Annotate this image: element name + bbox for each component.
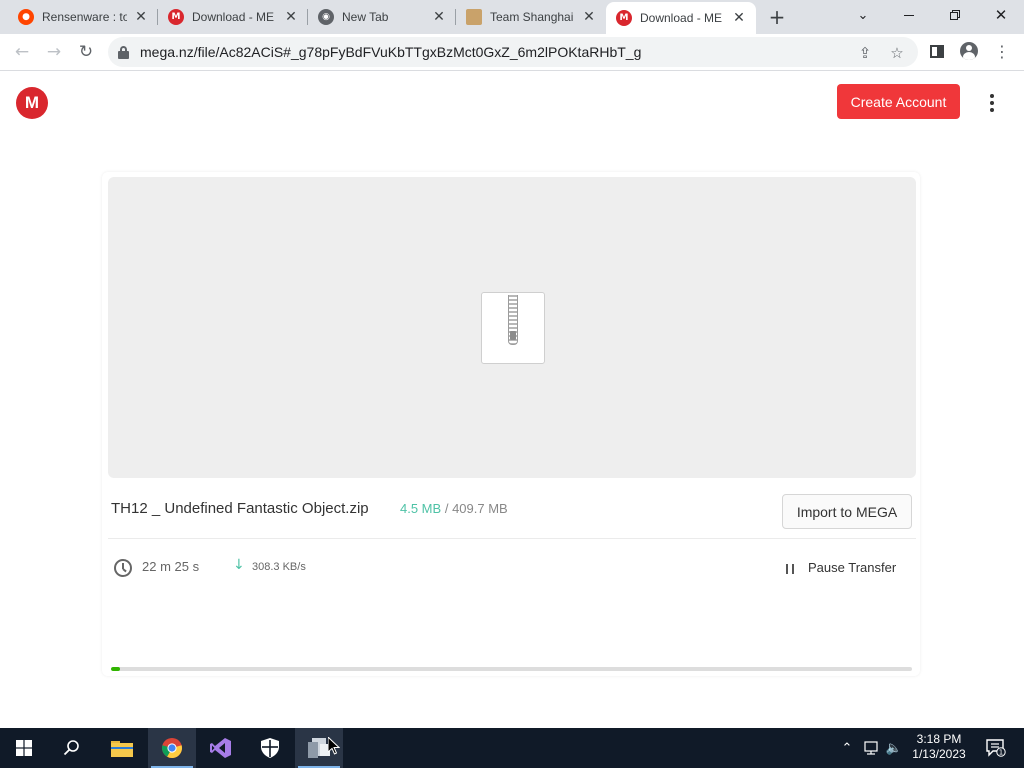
- tab-title: Download - ME: [192, 10, 275, 24]
- pause-transfer-button[interactable]: Pause Transfer: [808, 560, 896, 575]
- restore-button[interactable]: [932, 0, 978, 30]
- back-button[interactable]: ←: [8, 38, 36, 66]
- side-panel-icon[interactable]: [928, 42, 946, 60]
- tab-title: Team Shanghai: [490, 10, 574, 24]
- chrome-icon: [162, 738, 182, 758]
- tab-rensenware[interactable]: ● Rensenware : to ✕: [8, 0, 158, 34]
- show-hidden-icons-chevron-icon[interactable]: ⌃: [838, 728, 856, 768]
- app-window-icon: [308, 738, 330, 758]
- notification-icon: 1: [986, 739, 1006, 757]
- taskbar-visual-studio[interactable]: [197, 728, 245, 768]
- close-tab-icon[interactable]: ✕: [133, 9, 149, 25]
- size-separator: /: [444, 501, 449, 516]
- tab-title: Download - ME: [640, 11, 723, 25]
- shield-icon: [261, 738, 279, 758]
- zip-file-icon: [481, 292, 545, 364]
- reload-button[interactable]: ↻: [72, 38, 100, 66]
- network-icon[interactable]: [860, 728, 882, 768]
- minimize-button[interactable]: [886, 0, 932, 30]
- close-window-button[interactable]: ✕: [978, 0, 1024, 30]
- tab-title: Rensenware : to: [42, 10, 127, 24]
- restore-icon: [950, 10, 960, 20]
- total-size: 409.7 MB: [452, 501, 508, 516]
- tab-new-tab[interactable]: ◉ New Tab ✕: [308, 0, 456, 34]
- touhou-icon: [466, 9, 482, 25]
- notification-count: 1: [999, 749, 1003, 757]
- mega-logo[interactable]: M: [16, 87, 48, 119]
- taskbar-file-explorer[interactable]: [98, 728, 146, 768]
- tab-mega-download-1[interactable]: M Download - ME ✕: [158, 0, 308, 34]
- close-tab-icon[interactable]: ✕: [431, 9, 447, 25]
- taskbar-chrome[interactable]: [148, 728, 196, 768]
- download-arrow-icon: ↓: [233, 557, 245, 573]
- address-bar[interactable]: mega.nz/file/Ac82ACiS#_g78pFyBdFVuKbTTgx…: [108, 37, 918, 67]
- close-tab-icon[interactable]: ✕: [581, 9, 597, 25]
- import-to-mega-button[interactable]: Import to MEGA: [782, 494, 912, 529]
- new-tab-button[interactable]: +: [764, 4, 790, 30]
- windows-taskbar: ⌃ 🔈 3:18 PM 1/13/2023 1: [0, 728, 1024, 768]
- close-tab-icon[interactable]: ✕: [283, 9, 299, 25]
- file-size-progress: 4.5 MB / 409.7 MB: [400, 501, 508, 516]
- url-text[interactable]: mega.nz/file/Ac82ACiS#_g78pFyBdFVuKbTTgx…: [140, 44, 641, 60]
- browser-toolbar: ← → ↻ mega.nz/file/Ac82ACiS#_g78pFyBdFVu…: [0, 34, 1024, 71]
- file-info-row: TH12 _ Undefined Fantastic Object.zip 4.…: [102, 478, 920, 538]
- pause-icon[interactable]: [786, 564, 794, 574]
- file-name: TH12 _ Undefined Fantastic Object.zip: [111, 500, 369, 517]
- start-button[interactable]: [0, 728, 48, 768]
- tab-team-shanghai[interactable]: Team Shanghai ✕: [456, 0, 606, 34]
- clock-time: 3:18 PM: [916, 732, 962, 746]
- download-progress-fill: [111, 667, 120, 671]
- mega-icon: M: [616, 10, 632, 26]
- forward-button[interactable]: →: [40, 38, 68, 66]
- download-speed: 308.3 KB/s: [252, 561, 306, 573]
- share-icon[interactable]: ⇪: [856, 44, 874, 62]
- time-remaining: 22 m 25 s: [142, 559, 200, 574]
- file-explorer-icon: [111, 741, 133, 757]
- clock-icon: [114, 559, 132, 577]
- visual-studio-icon: [210, 738, 231, 758]
- mega-icon: M: [168, 9, 184, 25]
- volume-icon[interactable]: 🔈: [884, 728, 904, 768]
- downloaded-size: 4.5 MB: [400, 501, 442, 516]
- tab-title: New Tab: [342, 10, 389, 24]
- close-tab-icon[interactable]: ✕: [731, 10, 747, 26]
- taskbar-clock[interactable]: 3:18 PM 1/13/2023: [906, 732, 972, 764]
- taskbar-windows-security[interactable]: [246, 728, 294, 768]
- search-icon: [63, 740, 79, 756]
- browser-tab-strip: ● Rensenware : to ✕ M Download - ME ✕ ◉ …: [0, 0, 1024, 34]
- profile-avatar-icon[interactable]: [960, 42, 978, 60]
- transfer-status-row: 22 m 25 s ↓ 308.3 KB/s Pause Transfer: [102, 539, 920, 599]
- mega-download-page: M Create Account TH12 _ Undefined Fantas…: [0, 72, 1024, 728]
- clock-date: 1/13/2023: [912, 747, 966, 761]
- chrome-icon: ◉: [318, 9, 334, 25]
- taskbar-search-button[interactable]: [48, 728, 96, 768]
- browser-menu-icon[interactable]: ⋮: [993, 42, 1011, 61]
- minimize-icon: [904, 14, 914, 16]
- file-preview-area: [108, 177, 916, 478]
- bookmark-star-icon[interactable]: ☆: [888, 44, 906, 62]
- reddit-icon: ●: [18, 9, 34, 25]
- download-card: TH12 _ Undefined Fantastic Object.zip 4.…: [102, 172, 920, 676]
- windows-logo-icon: [16, 740, 32, 756]
- action-center-button[interactable]: 1: [980, 728, 1012, 768]
- tab-search-chevron-icon[interactable]: ⌄: [840, 0, 886, 30]
- lock-icon[interactable]: [118, 45, 129, 59]
- create-account-button[interactable]: Create Account: [837, 84, 960, 119]
- page-menu-icon[interactable]: [983, 90, 1001, 116]
- download-progress-bar: [111, 667, 912, 671]
- tab-mega-download-active[interactable]: M Download - ME ✕: [606, 2, 756, 34]
- mouse-cursor-icon: [328, 737, 340, 755]
